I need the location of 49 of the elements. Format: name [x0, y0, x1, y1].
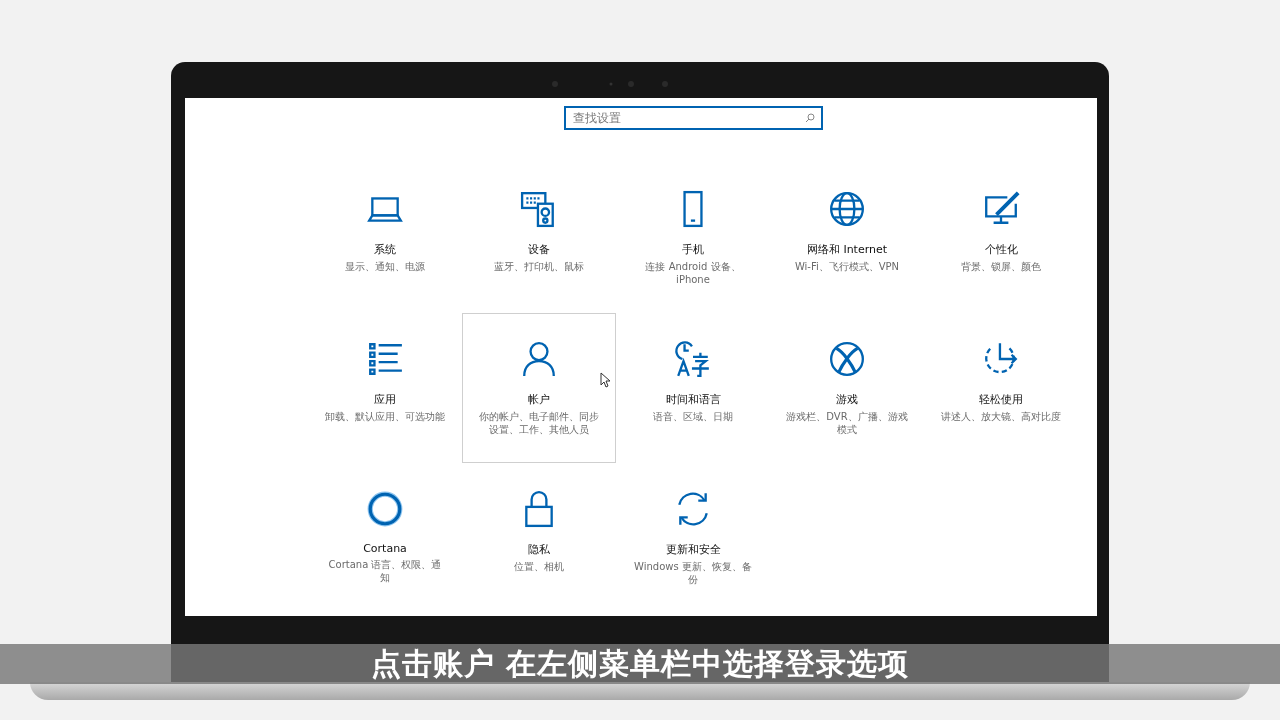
tile-title: 应用 — [374, 392, 396, 407]
tile-title: 个性化 — [984, 242, 1018, 257]
tile-description: 语音、区域、日期 — [652, 410, 734, 423]
tile-description: Windows 更新、恢复、备份 — [633, 560, 753, 586]
settings-tile[interactable]: Cortana Cortana 语言、权限、通知 — [308, 463, 462, 613]
tile-title: 设备 — [528, 242, 550, 257]
settings-tile[interactable]: 轻松使用 讲述人、放大镜、高对比度 — [924, 313, 1078, 463]
settings-tile[interactable]: 帐户 你的帐户、电子邮件、同步设置、工作、其他人员 — [462, 313, 616, 463]
tile-title: 轻松使用 — [979, 392, 1023, 407]
tile-description: Wi-Fi、飞行模式、VPN — [793, 260, 901, 273]
settings-tile[interactable]: 个性化 背景、锁屏、颜色 — [924, 163, 1078, 313]
tile-description: 蓝牙、打印机、鼠标 — [493, 260, 585, 273]
settings-tile[interactable]: 网络和 Internet Wi-Fi、飞行模式、VPN — [770, 163, 924, 313]
cursor-icon — [600, 372, 612, 388]
clock-letter-icon — [674, 340, 712, 378]
search-icon — [805, 113, 815, 123]
tile-title: 系统 — [374, 242, 396, 257]
tile-description: 游戏栏、DVR、广播、游戏模式 — [786, 410, 908, 436]
tile-description: 卸载、默认应用、可选功能 — [324, 410, 446, 423]
settings-tile[interactable]: 游戏 游戏栏、DVR、广播、游戏模式 — [770, 313, 924, 463]
globe-icon — [828, 190, 866, 228]
settings-tile[interactable]: 设备 蓝牙、打印机、鼠标 — [462, 163, 616, 313]
tile-title: 更新和安全 — [665, 542, 721, 557]
tile-title: 时间和语言 — [665, 392, 721, 407]
person-icon — [520, 340, 558, 378]
tile-description: 连接 Android 设备、iPhone — [644, 260, 742, 286]
caption-text: 点击账户 在左侧菜单栏中选择登录选项 — [370, 644, 910, 683]
settings-tile[interactable]: 更新和安全 Windows 更新、恢复、备份 — [616, 463, 770, 613]
tile-description: 你的帐户、电子邮件、同步设置、工作、其他人员 — [478, 410, 600, 436]
tile-title: Cortana — [363, 542, 407, 555]
tile-title: 游戏 — [836, 392, 858, 407]
settings-tile[interactable]: 隐私 位置、相机 — [462, 463, 616, 613]
tile-title: 隐私 — [528, 542, 550, 557]
tile-title: 网络和 Internet — [806, 242, 888, 257]
xbox-icon — [828, 340, 866, 378]
tile-description: 位置、相机 — [513, 560, 565, 573]
tile-description: 背景、锁屏、颜色 — [960, 260, 1042, 273]
search-field[interactable]: 查找设置 — [564, 106, 823, 130]
settings-tile[interactable]: 时间和语言 语音、区域、日期 — [616, 313, 770, 463]
settings-tile[interactable]: 应用 卸载、默认应用、可选功能 — [308, 313, 462, 463]
tile-description: 显示、通知、电源 — [344, 260, 426, 273]
ring-icon — [366, 490, 404, 528]
tile-title: 帐户 — [528, 392, 550, 407]
tile-description: 讲述人、放大镜、高对比度 — [940, 410, 1062, 423]
settings-tile[interactable]: 手机 连接 Android 设备、iPhone — [616, 163, 770, 313]
settings-tile[interactable]: 系统 显示、通知、电源 — [308, 163, 462, 313]
list-icon — [366, 340, 404, 378]
tile-description: Cortana 语言、权限、通知 — [327, 558, 443, 584]
tile-title: 手机 — [682, 242, 704, 257]
